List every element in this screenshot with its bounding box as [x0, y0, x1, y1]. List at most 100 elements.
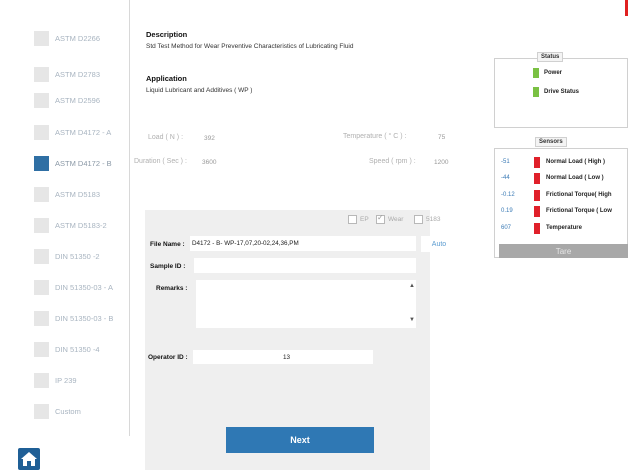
sensor-indicator: [534, 156, 540, 168]
standard-label: ASTM D4172 - A: [55, 127, 112, 137]
sensor-indicator: [534, 172, 540, 184]
status-item-power: Power: [533, 68, 562, 78]
standard-label: ASTM D5183: [55, 189, 101, 199]
speed-label: Speed ( rpm ) :: [369, 158, 416, 165]
sensor-value: -0.12: [501, 192, 515, 198]
scroll-up-icon[interactable]: ▲: [409, 283, 415, 289]
standards-list: ASTM D2266 ASTM D2783 ASTM D2596 ASTM D4…: [0, 0, 130, 436]
standard-checkbox[interactable]: [34, 248, 49, 264]
ep-label: EP: [360, 216, 369, 223]
standard-label: ASTM D2783: [55, 69, 101, 79]
standard-label: DIN 51350-03 - B: [55, 313, 114, 323]
standard-checkbox[interactable]: [34, 92, 49, 108]
remarks-textarea[interactable]: [196, 280, 416, 328]
standard-checkbox[interactable]: [34, 124, 49, 140]
duration-value: 3600: [202, 159, 217, 166]
description-title: Description: [146, 30, 188, 39]
operator-id-input[interactable]: 13: [193, 350, 373, 364]
standard-checkbox[interactable]: [34, 30, 49, 46]
remarks-label: Remarks :: [156, 285, 188, 292]
sample-id-input[interactable]: [194, 258, 416, 273]
status-label: Drive Status: [544, 89, 580, 95]
application-text: Liquid Lubricant and Additives ( WP ): [146, 87, 253, 94]
operator-id-label: Operator ID :: [148, 354, 188, 361]
sensor-value: -51: [501, 159, 510, 165]
sensor-indicator: [534, 205, 540, 217]
5183-checkbox[interactable]: [414, 215, 423, 224]
standard-label: IP 239: [55, 375, 77, 385]
5183-label: 5183: [426, 216, 441, 223]
description-text: Std Test Method for Wear Preventive Char…: [146, 43, 354, 50]
checkbox-5183[interactable]: 5183: [414, 215, 440, 224]
file-name-input[interactable]: D4172 - B- WP-17,07,20-02,24,36,PM: [190, 236, 416, 251]
sensor-row: -44 Normal Load ( Low ): [498, 172, 604, 184]
sensor-value: -44: [501, 175, 510, 181]
scroll-down-icon[interactable]: ▼: [409, 317, 415, 323]
auto-button[interactable]: Auto: [421, 236, 457, 252]
standard-item[interactable]: Custom: [34, 401, 81, 421]
tare-button[interactable]: Tare: [499, 244, 628, 258]
standard-label: DIN 51350-03 - A: [55, 282, 113, 292]
checkbox-wear[interactable]: Wear: [376, 213, 404, 224]
standard-item[interactable]: ASTM D2266: [34, 28, 100, 48]
standard-label: ASTM D2266: [55, 33, 101, 43]
standard-label: ASTM D2596: [55, 95, 101, 105]
sensors-title: Sensors: [535, 137, 567, 147]
sensor-label: Normal Load ( Low ): [546, 175, 604, 181]
drive-status-indicator: [533, 87, 539, 97]
standard-item[interactable]: ASTM D2596: [34, 90, 100, 110]
standard-item[interactable]: DIN 51350-03 - B: [34, 308, 113, 328]
standard-item[interactable]: IP 239: [34, 370, 77, 390]
sensor-row: 0.19 Frictional Torque ( Low: [498, 205, 612, 217]
status-title: Status: [537, 52, 564, 62]
standard-checkbox[interactable]: [34, 403, 49, 419]
home-icon: [21, 452, 37, 466]
standard-item[interactable]: DIN 51350 -2: [34, 246, 100, 266]
status-item-drive: Drive Status: [533, 87, 579, 97]
standard-checkbox[interactable]: [34, 155, 49, 171]
duration-label: Duration ( Sec ) :: [134, 158, 187, 165]
sensor-indicator: [534, 189, 540, 201]
file-name-label: File Name :: [150, 241, 185, 248]
standard-item-selected[interactable]: ASTM D4172 - B: [34, 153, 112, 173]
temperature-label: Temperature ( ° C ) :: [343, 133, 407, 140]
standard-label: Custom: [55, 406, 81, 416]
load-label: Load ( N ) :: [148, 134, 184, 141]
load-value: 392: [204, 135, 215, 142]
checkbox-ep[interactable]: EP: [348, 215, 369, 224]
standard-checkbox[interactable]: [34, 66, 49, 82]
standard-checkbox[interactable]: [34, 279, 49, 295]
sensor-label: Frictional Torque( High: [546, 192, 612, 198]
standard-checkbox[interactable]: [34, 186, 49, 202]
standard-label: DIN 51350 -4: [55, 344, 100, 354]
standard-label: ASTM D4172 - B: [55, 158, 112, 168]
application-title: Application: [146, 74, 187, 83]
standard-label: DIN 51350 -2: [55, 251, 100, 261]
sensor-indicator: [534, 222, 540, 234]
home-button[interactable]: [18, 448, 40, 470]
standard-label: ASTM D5183-2: [55, 220, 107, 230]
wear-checkbox[interactable]: [376, 213, 385, 224]
standard-checkbox[interactable]: [34, 217, 49, 233]
standard-item[interactable]: DIN 51350-03 - A: [34, 277, 113, 297]
standard-checkbox[interactable]: [34, 310, 49, 326]
standard-item[interactable]: DIN 51350 -4: [34, 339, 100, 359]
standard-checkbox[interactable]: [34, 372, 49, 388]
ep-checkbox[interactable]: [348, 215, 357, 224]
standard-item[interactable]: ASTM D2783: [34, 64, 100, 84]
standard-item[interactable]: ASTM D5183: [34, 184, 100, 204]
standard-checkbox[interactable]: [34, 341, 49, 357]
sensor-label: Frictional Torque ( Low: [546, 208, 612, 214]
standard-item[interactable]: ASTM D5183-2: [34, 215, 107, 235]
sensor-row: -51 Normal Load ( High ): [498, 156, 605, 168]
wear-label: Wear: [388, 216, 404, 223]
temperature-value: 75: [438, 134, 446, 141]
next-button[interactable]: Next: [226, 427, 374, 453]
status-label: Power: [544, 70, 563, 76]
sample-id-label: Sample ID :: [150, 263, 186, 270]
standard-item[interactable]: ASTM D4172 - A: [34, 122, 111, 142]
sensor-row: 607 Temperature: [498, 222, 582, 234]
power-indicator: [533, 68, 539, 78]
sensor-row: -0.12 Frictional Torque( High: [498, 189, 612, 201]
sensor-label: Normal Load ( High ): [546, 159, 605, 165]
